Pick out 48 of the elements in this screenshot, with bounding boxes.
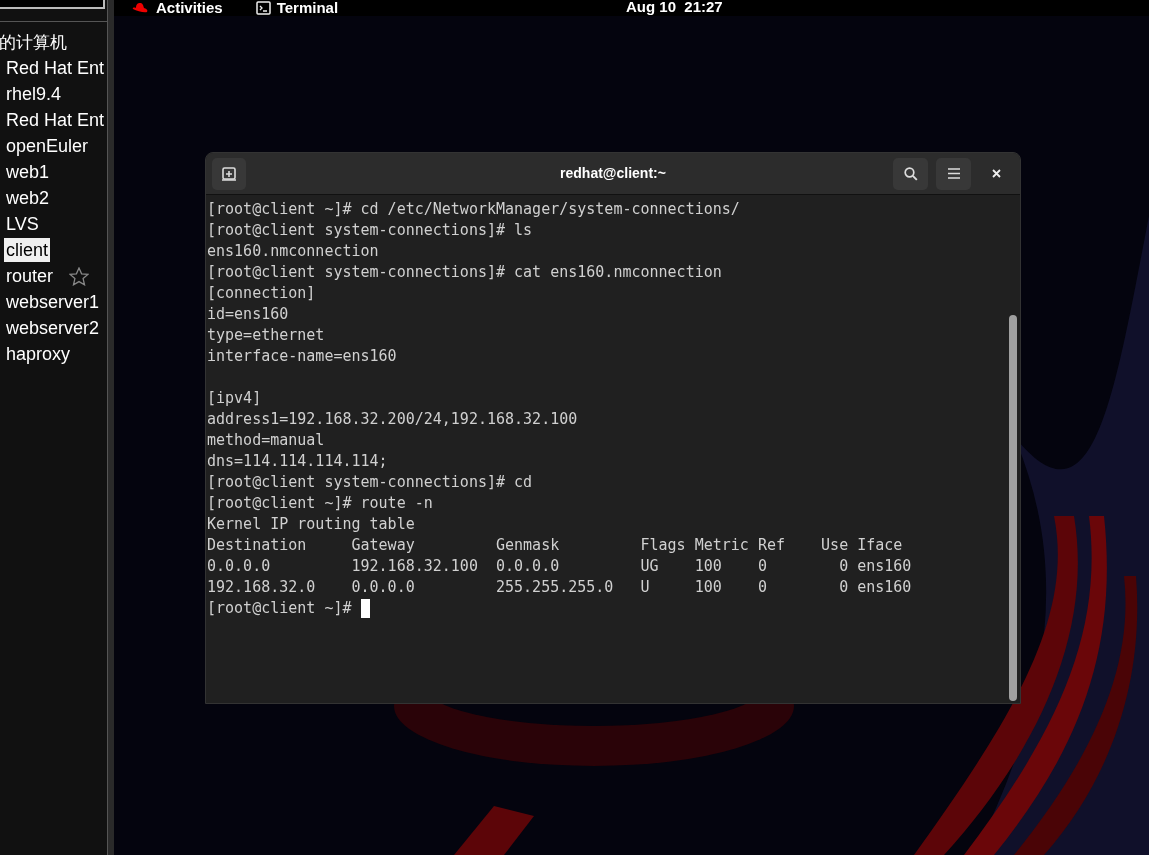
terminal-line: dns=114.114.114.114; (207, 451, 389, 472)
sidebar-item[interactable]: webserver1 (4, 290, 102, 314)
hat-icon (132, 2, 148, 14)
star-icon[interactable] (69, 266, 90, 286)
cursor (360, 599, 370, 618)
terminal-line: 192.168.32.0 0.0.0.0 255.255.255.0 U 100 0 0 ens160 (207, 577, 913, 598)
terminal-line: method=manual (207, 430, 326, 451)
terminal-line: address1=192.168.32.200/24,192.168.32.100 (207, 409, 579, 430)
sidebar-item[interactable]: web2 (4, 186, 52, 210)
terminal-line: [connection] (207, 283, 317, 304)
terminal-line: ens160.nmconnection (207, 241, 380, 262)
terminal-line: [ipv4] (207, 388, 263, 409)
window-title: redhat@client:~ (560, 164, 666, 183)
new-tab-icon (222, 166, 236, 181)
sidebar-item[interactable]: rhel9.4 (4, 82, 64, 106)
terminal-line: Kernel IP routing table (207, 514, 416, 535)
search-button[interactable] (893, 157, 928, 190)
search-icon (903, 166, 918, 181)
terminal-icon (255, 1, 271, 15)
sidebar-item[interactable]: LVS (4, 212, 41, 236)
menu-button[interactable] (936, 157, 971, 190)
terminal-line: [root@client system-connections]# cat ens160.nmconnection (207, 262, 723, 283)
terminal-line: [root@client system-connections]# ls (207, 220, 534, 241)
terminal-line: [root@client system-connections]# cd (207, 472, 534, 493)
close-icon (992, 169, 1001, 178)
terminal-line: [root@client ~]# route -n (207, 493, 434, 514)
terminal-line: [root@client ~]# cd /etc/NetworkManager/system-connections/ (207, 199, 741, 220)
sidebar-item[interactable]: haproxy (4, 342, 73, 366)
sidebar-item[interactable]: router (4, 264, 56, 288)
terminal-line: id=ens160 (207, 304, 290, 325)
sidebar-item[interactable]: openEuler (4, 134, 91, 158)
sidebar-item[interactable]: web1 (4, 160, 52, 184)
menu-icon (947, 168, 960, 179)
new-tab-button[interactable] (212, 157, 246, 190)
scrollbar[interactable] (1009, 315, 1017, 701)
app-menu-button[interactable]: Terminal (276, 0, 339, 20)
sidebar-item[interactable]: client (4, 238, 51, 262)
terminal-line: interface-name=ens160 (207, 346, 398, 367)
clock[interactable]: Aug 10 21:27 (626, 0, 723, 16)
sidebar-heading: 的计算机 (0, 32, 68, 54)
sidebar-item[interactable]: Red Hat Ent (4, 56, 107, 80)
sidebar-item[interactable]: Red Hat Ent (4, 108, 107, 132)
terminal-line: 0.0.0.0 192.168.32.100 0.0.0.0 UG 100 0 0 ens160 (207, 556, 913, 577)
terminal-line: Destination Gateway Genmask Flags Metric Ref Use Iface (207, 535, 904, 556)
terminal-line: type=ethernet (207, 325, 326, 346)
activities-button[interactable]: Activities (156, 0, 223, 20)
sidebar-item[interactable]: webserver2 (4, 316, 102, 340)
terminal-prompt: [root@client ~]# (207, 598, 352, 619)
